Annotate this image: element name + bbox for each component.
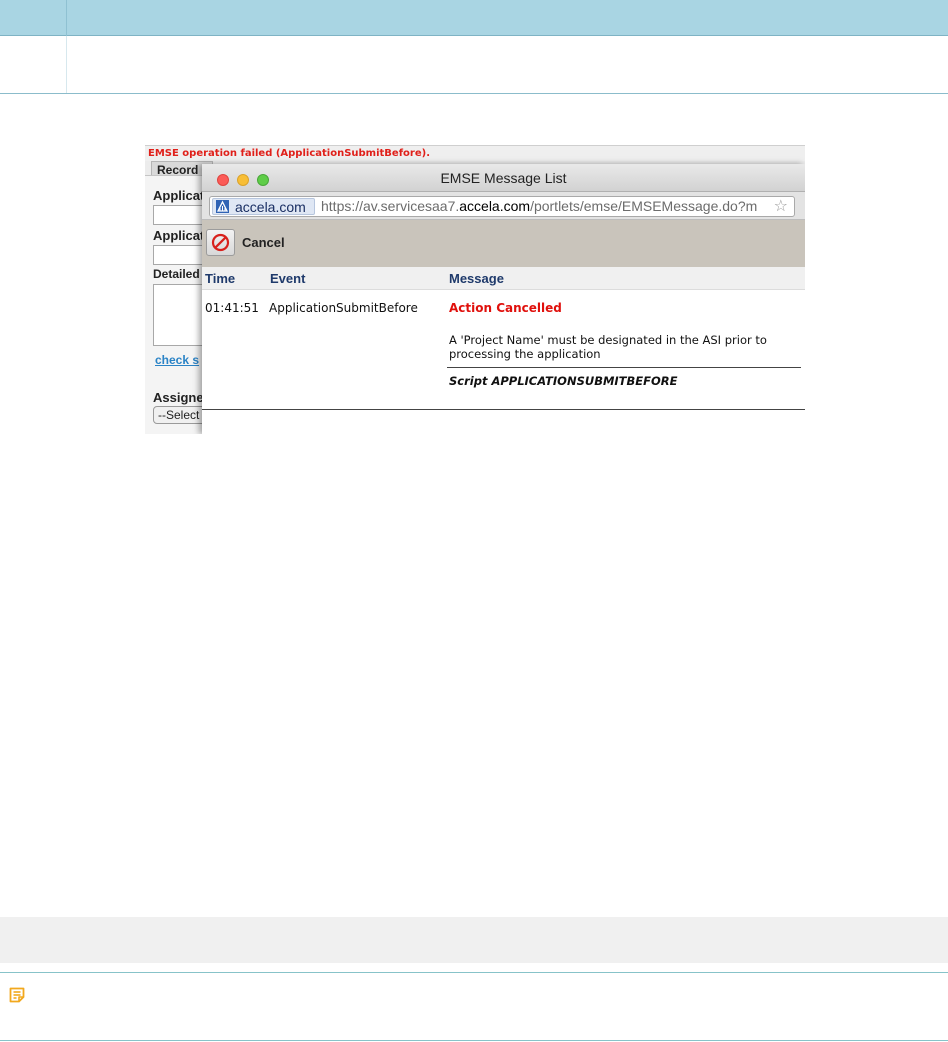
url-domain: accela.com [459,198,531,214]
doc-table-header [0,0,948,36]
message-divider [447,367,801,368]
check-link[interactable]: check s [155,353,199,367]
cancel-button[interactable]: Cancel [206,229,292,257]
message-table-header: Time Event Message [202,267,805,290]
emse-screenshot: EMSE operation failed (ApplicationSubmit… [145,145,805,434]
address-bar[interactable]: accela.com https://av.servicesaa7.accela… [209,196,795,217]
row-divider [202,409,805,410]
message-text: A 'Project Name' must be designated in t… [449,333,767,361]
column-header-message: Message [449,271,504,286]
column-separator [66,0,67,36]
window-titlebar: EMSE Message List [202,164,805,192]
application-label: Applicat [153,188,205,203]
message-script: Script APPLICATIONSUBMITBEFORE [449,374,678,388]
application-label-2: Applicat [153,228,205,243]
note-box [0,972,948,1042]
message-time: 01:41:51 [205,301,259,315]
accela-logo-icon [216,200,229,213]
note-icon [8,986,26,1004]
no-entry-icon [206,229,235,256]
url-text: https://av.servicesaa7.accela.com/portle… [321,198,757,214]
window-title: EMSE Message List [440,170,567,186]
background-form: Applicat Applicat Detailed check s Assig… [145,175,213,434]
url-suffix: /portlets/emse/EMSEMessage.do?m [530,198,758,214]
site-identity[interactable]: accela.com [212,198,315,215]
doc-table-row [0,36,948,94]
message-status: Action Cancelled [449,301,562,315]
emse-toolbar: Cancel [202,220,805,267]
star-icon[interactable]: ☆ [774,197,788,215]
assigned-select-value: --Select [158,408,200,422]
emse-message-window: EMSE Message List accela.com https://av.… [202,164,805,434]
address-bar-area: accela.com https://av.servicesaa7.accela… [202,192,805,220]
site-name: accela.com [235,199,306,215]
cancel-label: Cancel [242,235,285,250]
error-banner-text: EMSE operation failed (ApplicationSubmit… [148,148,431,159]
column-header-event: Event [270,271,306,286]
assigned-label: Assigne [153,390,204,405]
error-banner: EMSE operation failed (ApplicationSubmit… [145,146,805,161]
url-prefix: https://av.servicesaa7. [321,198,460,214]
message-event: ApplicationSubmitBefore [269,301,418,315]
column-header-time: Time [205,271,236,286]
detailed-label: Detailed [153,267,200,281]
note-box-bottom-border [0,1040,948,1041]
column-separator [66,36,67,93]
content-band [0,917,948,963]
